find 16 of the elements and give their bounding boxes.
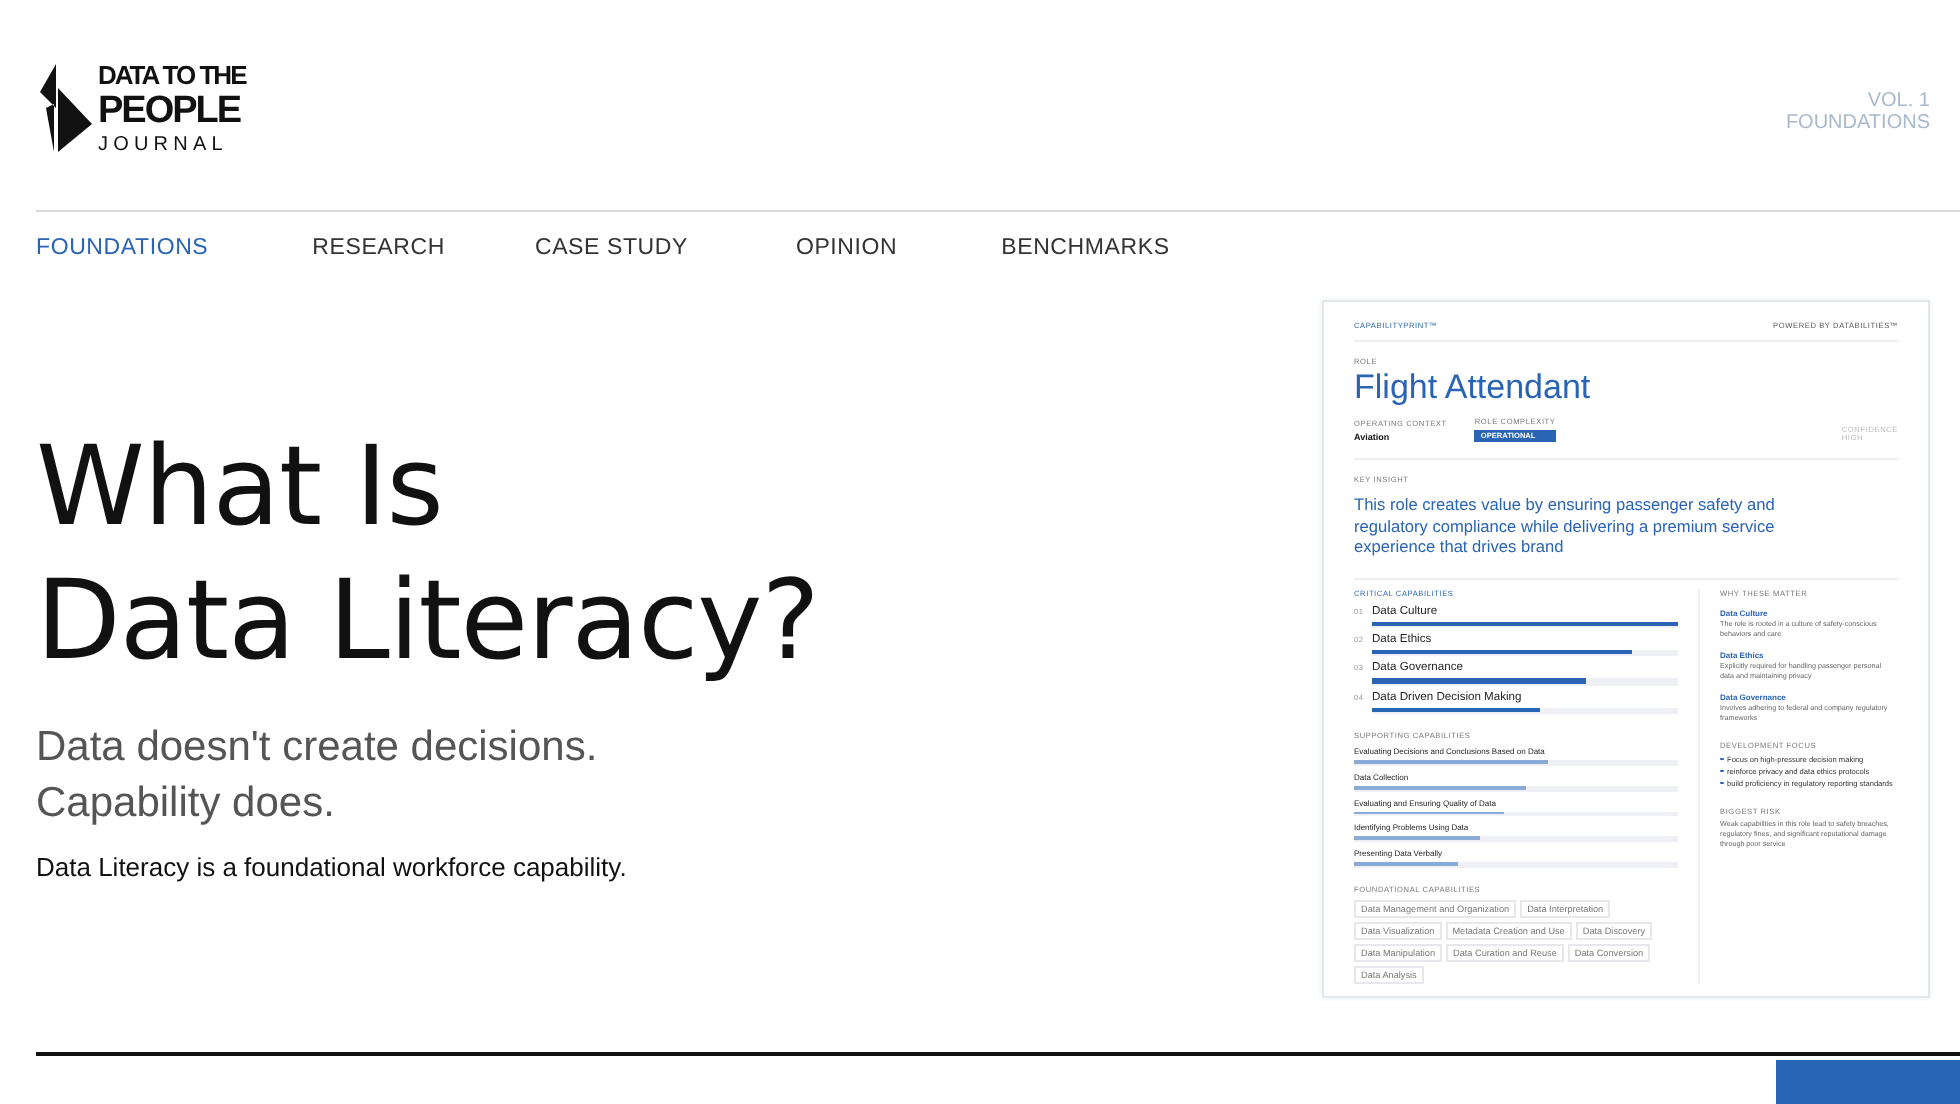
nav-link[interactable]: CASE STUDY bbox=[534, 236, 688, 296]
subtitle: Data doesn't create decisions. Capability does. bbox=[36, 722, 600, 830]
role-title: Flight Attendant bbox=[1354, 368, 1593, 408]
logo-text: JOURNAL bbox=[98, 132, 230, 160]
logo-text: PEOPLE bbox=[98, 92, 243, 132]
nav-link[interactable]: RESEARCH bbox=[312, 236, 445, 296]
nav-link[interactable]: BENCHMARKS bbox=[1001, 236, 1170, 296]
page-title: What Is Data Literacy? bbox=[36, 420, 819, 688]
nav-link[interactable]: OPINION bbox=[795, 236, 898, 296]
insight-text: This role creates value by ensuring passenger safety and regulatory compliance while delivering a premium service experience that drives brand bbox=[1354, 494, 1777, 557]
logo-text: DATA TO THE bbox=[98, 60, 246, 92]
logo-icon bbox=[36, 64, 92, 152]
issue-label: FOUNDATIONS bbox=[1785, 112, 1930, 134]
issue-label: VOL. 1 bbox=[1865, 90, 1930, 112]
nav-link[interactable]: FOUNDATIONS bbox=[36, 236, 209, 296]
lead-text: Data Literacy is a foundational workforce capability. bbox=[36, 852, 629, 882]
